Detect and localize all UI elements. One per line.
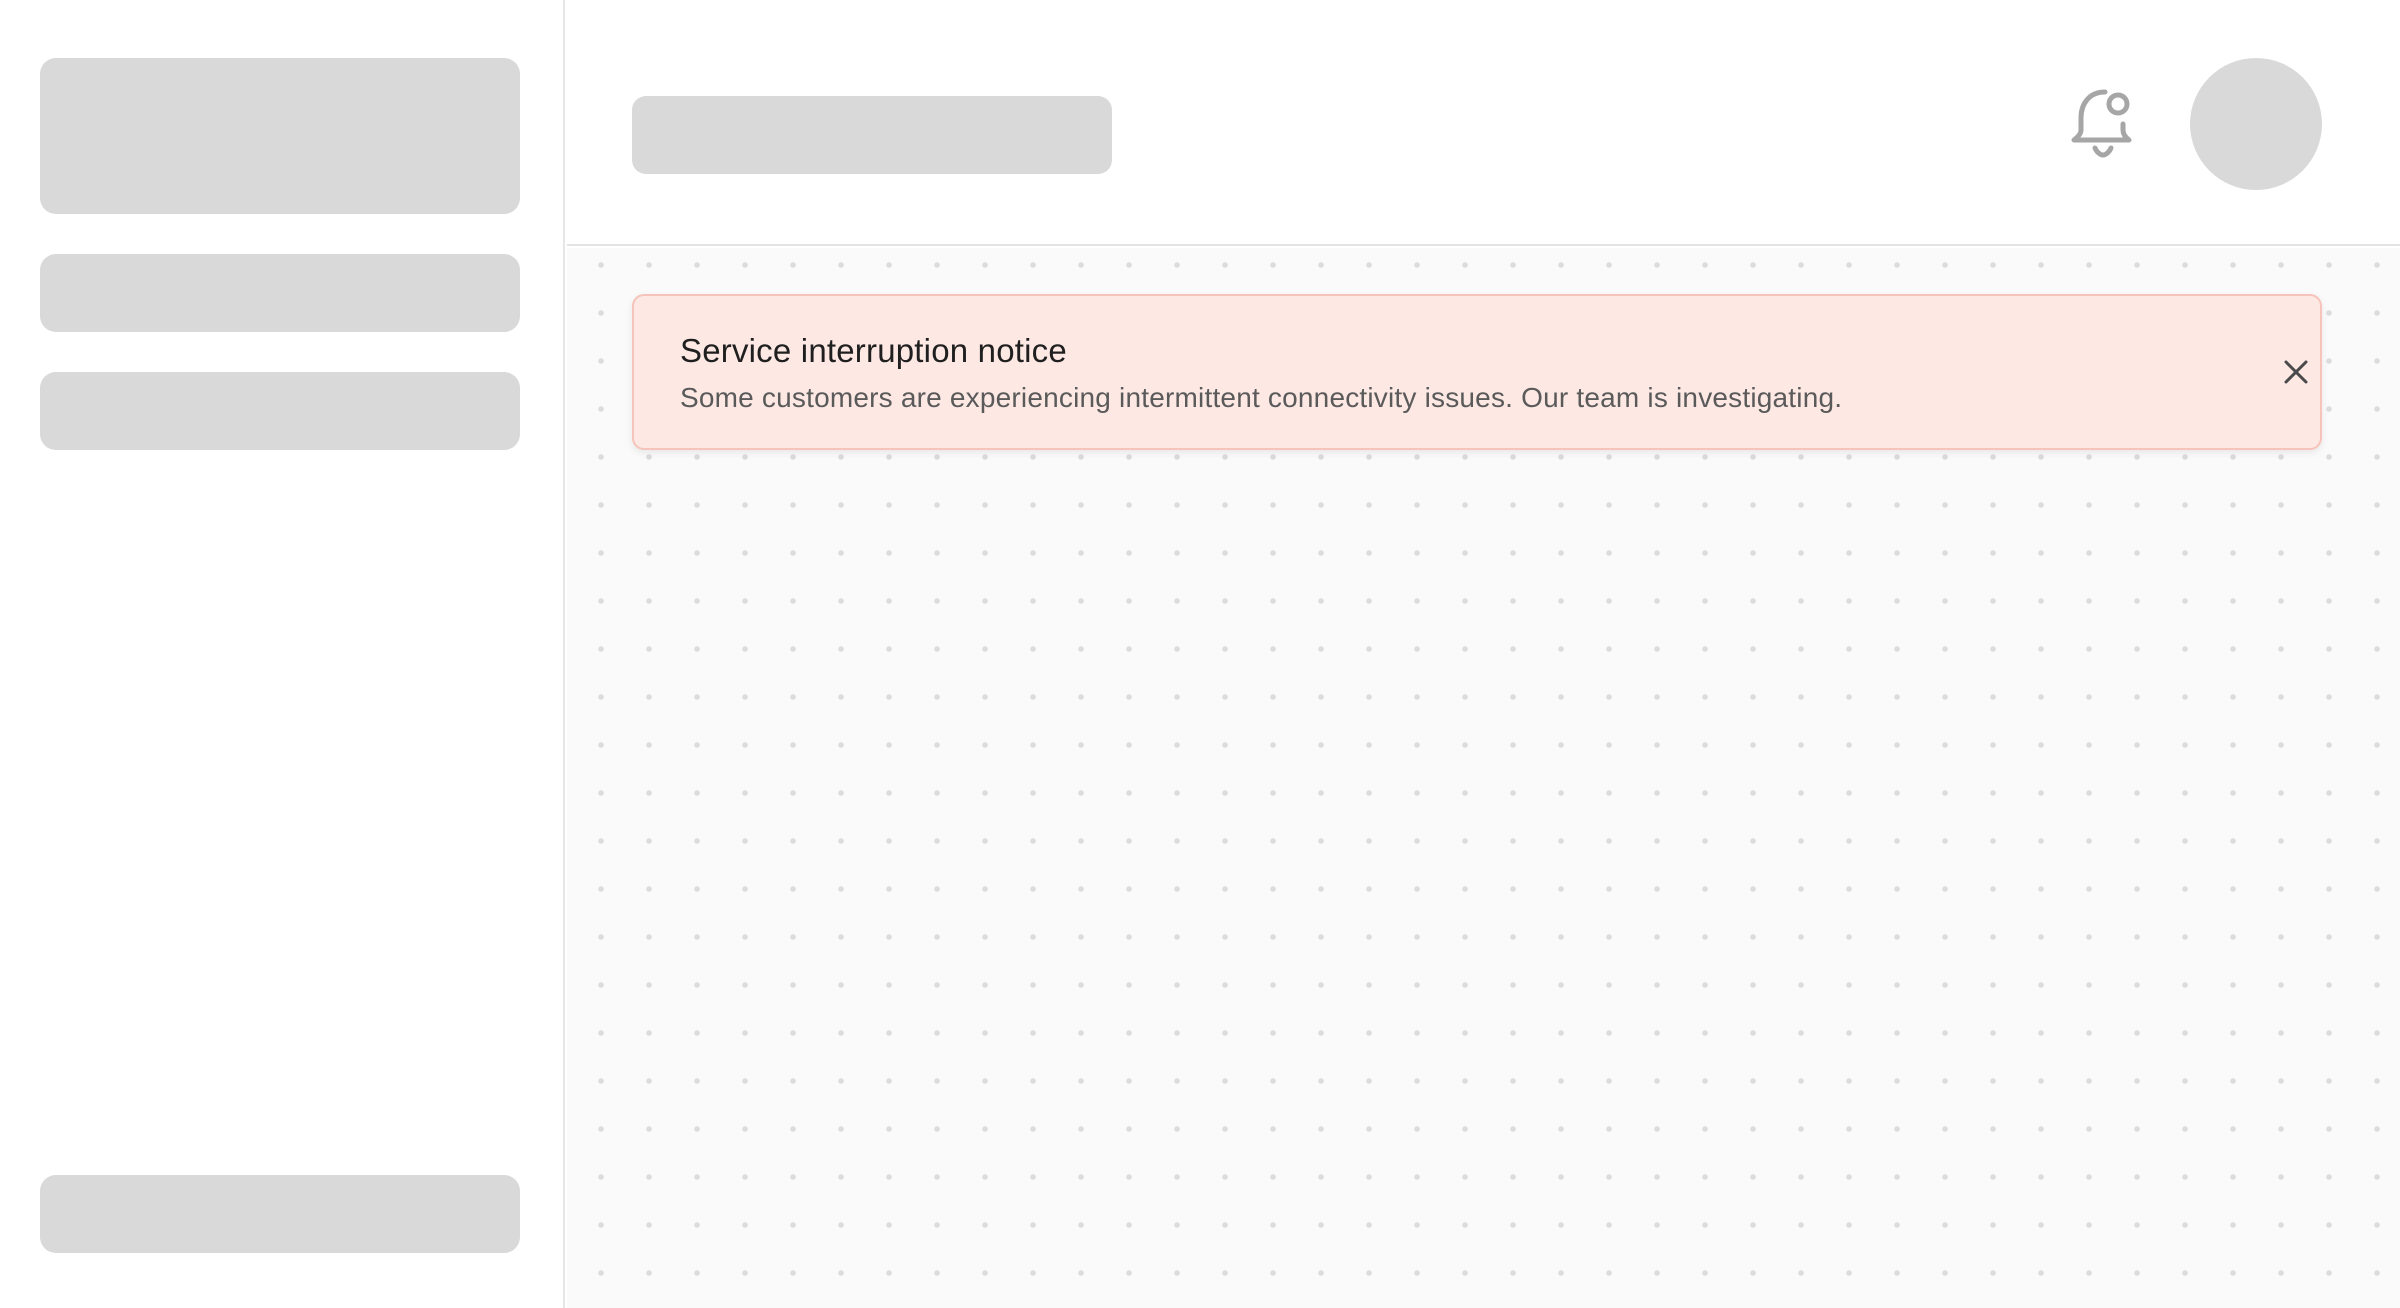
close-icon[interactable] <box>2279 355 2313 389</box>
sidebar <box>0 0 565 1308</box>
avatar[interactable] <box>2190 58 2322 190</box>
alert-banner: Service interruption notice Some custome… <box>632 294 2322 450</box>
sidebar-footer-item-placeholder[interactable] <box>40 1175 520 1253</box>
app-window: Service interruption notice Some custome… <box>0 0 2400 1308</box>
alert-message: Some customers are experiencing intermit… <box>680 382 1843 413</box>
page-title-placeholder <box>632 96 1112 174</box>
sidebar-nav-item-placeholder-1[interactable] <box>40 254 520 332</box>
sidebar-nav-item-placeholder-2[interactable] <box>40 372 520 450</box>
bell-with-dot-icon[interactable] <box>2065 84 2141 160</box>
top-header <box>567 0 2400 246</box>
sidebar-logo-placeholder <box>40 58 520 214</box>
main-content: Service interruption notice Some custome… <box>567 248 2400 1308</box>
alert-title: Service interruption notice <box>680 332 1067 369</box>
